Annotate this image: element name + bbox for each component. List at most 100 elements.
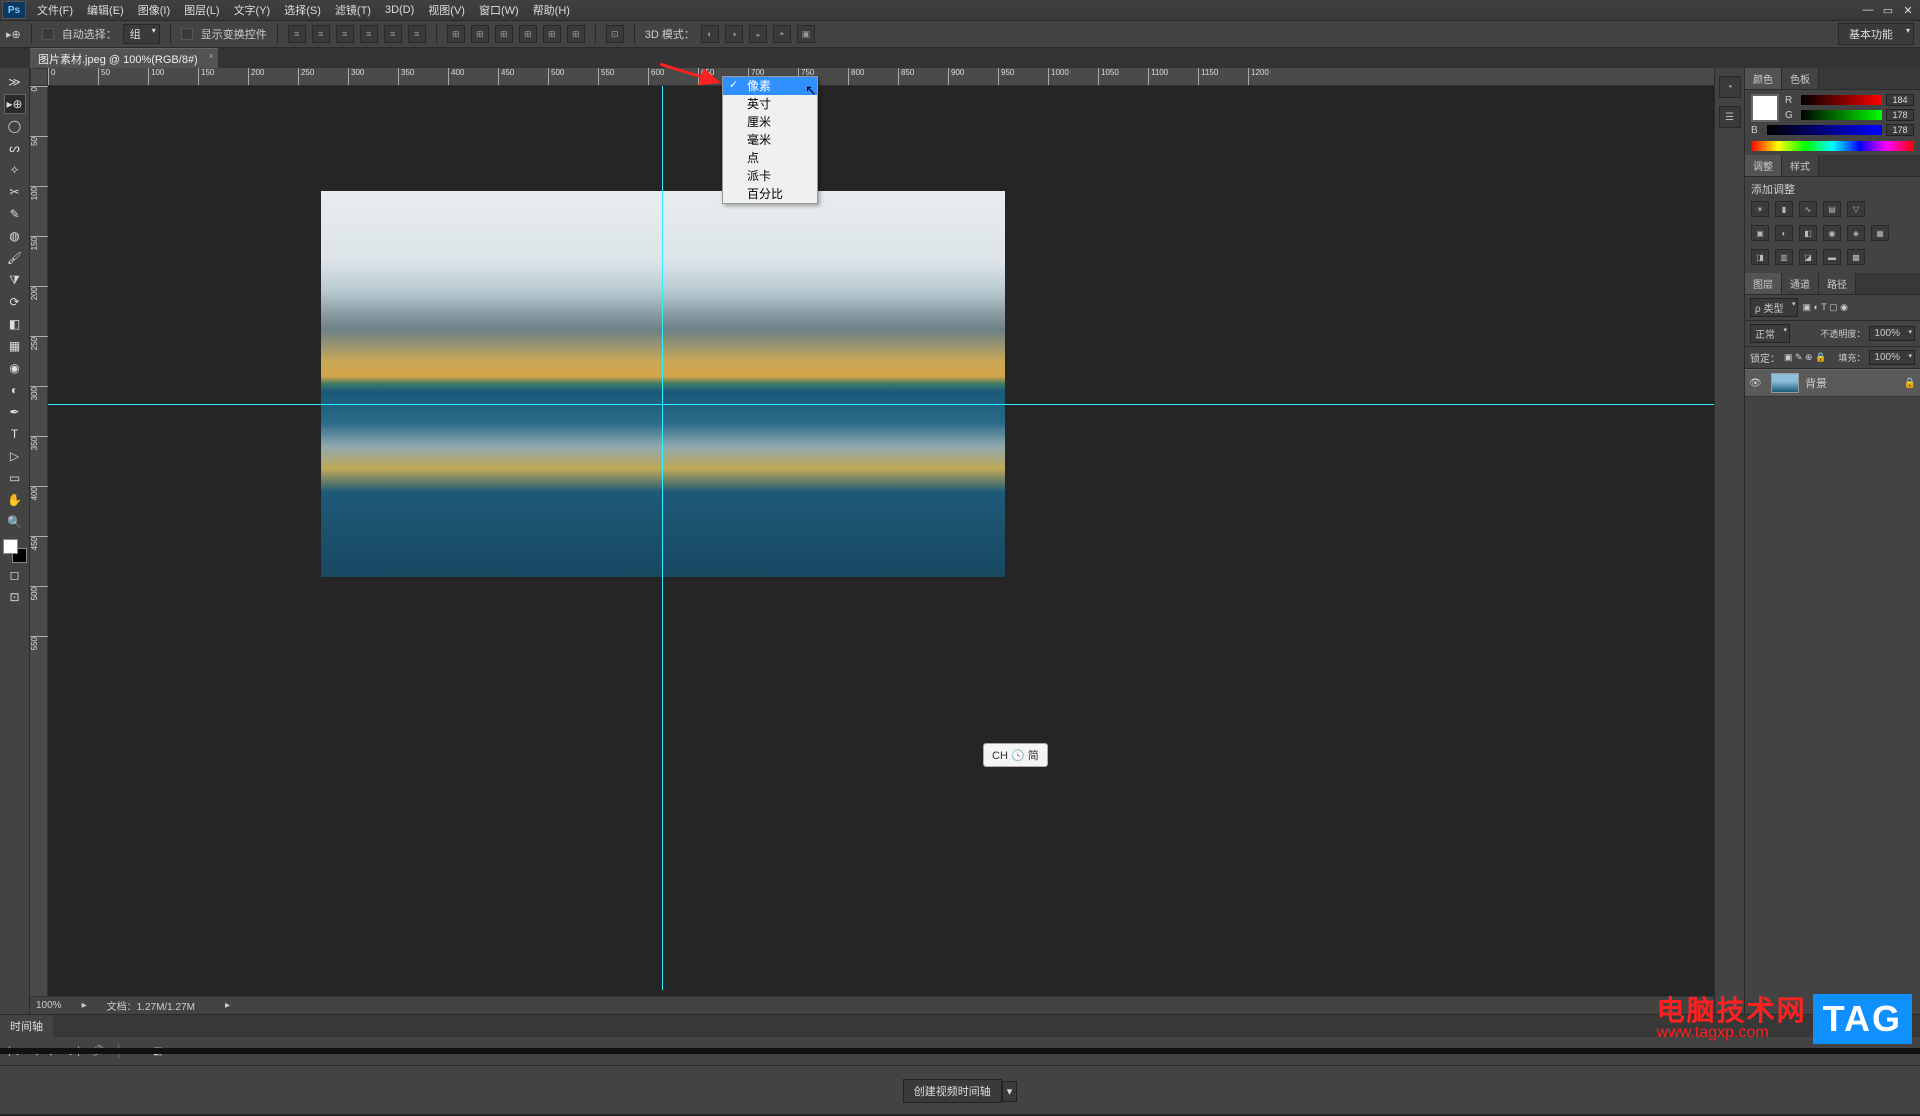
r-slider[interactable] [1801, 95, 1882, 105]
layer-row[interactable]: 👁 背景 🔒 [1745, 369, 1920, 397]
doc-tab[interactable]: 图片素材.jpeg @ 100%(RGB/8#) × [30, 48, 218, 69]
layer-fill[interactable]: 100% [1869, 350, 1915, 365]
path-tool[interactable]: ▷ [4, 446, 26, 466]
create-video-timeline-dropdown[interactable]: ▾ [1002, 1081, 1018, 1102]
b-value[interactable]: 178 [1886, 124, 1914, 136]
3d-mode-icon[interactable]: ◒ [749, 25, 767, 43]
menu-type[interactable]: 文字(Y) [227, 0, 278, 20]
timeline-tab[interactable]: 时间轴 [0, 1015, 53, 1037]
ruler-unit-option[interactable]: ✓像素 [723, 77, 817, 95]
auto-select-checkbox[interactable] [42, 28, 54, 40]
ruler-unit-option[interactable]: 厘米 [723, 113, 817, 131]
ruler-unit-option[interactable]: 百分比 [723, 185, 817, 203]
screenmode-tool[interactable]: ⊡ [4, 587, 26, 607]
channels-tab[interactable]: 通道 [1782, 273, 1819, 294]
marquee-tool[interactable]: ◯ [4, 116, 26, 136]
paths-tab[interactable]: 路径 [1819, 273, 1856, 294]
ruler-unit-option[interactable]: 英寸 [723, 95, 817, 113]
distribute-icon[interactable]: ⊞ [447, 25, 465, 43]
adj-grad-icon[interactable]: ▬ [1823, 249, 1841, 265]
g-value[interactable]: 178 [1886, 109, 1914, 121]
align-icon[interactable]: ≡ [288, 25, 306, 43]
align-icon[interactable]: ≡ [384, 25, 402, 43]
adj-hue-icon[interactable]: ▣ [1751, 225, 1769, 241]
blur-tool[interactable]: ◉ [4, 358, 26, 378]
r-value[interactable]: 184 [1886, 94, 1914, 106]
collapse-icon[interactable]: ≫ [4, 72, 26, 92]
distribute-icon[interactable]: ⊞ [567, 25, 585, 43]
menu-view[interactable]: 视图(V) [421, 0, 472, 20]
3d-mode-icon[interactable]: ◐ [701, 25, 719, 43]
guide-horizontal[interactable] [48, 404, 1714, 405]
menu-edit[interactable]: 编辑(E) [80, 0, 131, 20]
dodge-tool[interactable]: ◐ [4, 380, 26, 400]
crop-tool[interactable]: ✂ [4, 182, 26, 202]
menu-window[interactable]: 窗口(W) [472, 0, 526, 20]
distribute-icon[interactable]: ⊞ [495, 25, 513, 43]
adjust-tab[interactable]: 调整 [1745, 155, 1782, 176]
adj-mix-icon[interactable]: ◈ [1847, 225, 1865, 241]
adj-post-icon[interactable]: ▥ [1775, 249, 1793, 265]
menu-3d[interactable]: 3D(D) [378, 2, 421, 18]
color-fg-swatch[interactable] [1751, 94, 1779, 122]
canvas-stage[interactable] [48, 86, 1714, 990]
styles-tab[interactable]: 样式 [1782, 155, 1819, 176]
adj-vibrance-icon[interactable]: ▽ [1847, 201, 1865, 217]
hand-tool[interactable]: ✋ [4, 490, 26, 510]
layer-lock-icon[interactable]: 🔒 [1904, 378, 1916, 389]
ruler-unit-option[interactable]: 毫米 [723, 131, 817, 149]
adj-bal-icon[interactable]: ◐ [1775, 225, 1793, 241]
layer-visibility-icon[interactable]: 👁 [1749, 378, 1765, 389]
align-icon[interactable]: ≡ [312, 25, 330, 43]
adj-exposure-icon[interactable]: ▤ [1823, 201, 1841, 217]
window-restore[interactable]: ▭ [1878, 2, 1898, 18]
align-icon[interactable]: ≡ [336, 25, 354, 43]
color-swatches[interactable] [3, 539, 27, 563]
gradient-tool[interactable]: ▦ [4, 336, 26, 356]
eraser-tool[interactable]: ◧ [4, 314, 26, 334]
ruler-horizontal[interactable]: 0501001502002503003504004505005506006507… [48, 68, 1714, 86]
shape-tool[interactable]: ▭ [4, 468, 26, 488]
layer-thumbnail[interactable] [1771, 373, 1799, 393]
wand-tool[interactable]: ✧ [4, 160, 26, 180]
layers-tab[interactable]: 图层 [1745, 273, 1782, 294]
g-slider[interactable] [1801, 110, 1882, 120]
adj-curves-icon[interactable]: ∿ [1799, 201, 1817, 217]
align-icon[interactable]: ≡ [360, 25, 378, 43]
adj-brightness-icon[interactable]: ☀ [1751, 201, 1769, 217]
show-transform-checkbox[interactable] [181, 28, 193, 40]
lasso-tool[interactable]: ᔕ [4, 138, 26, 158]
healing-tool[interactable]: ◍ [4, 226, 26, 246]
distribute-icon[interactable]: ⊞ [543, 25, 561, 43]
3d-icon[interactable]: ⊡ [606, 25, 624, 43]
color-tab[interactable]: 颜色 [1745, 68, 1782, 89]
menu-image[interactable]: 图像(I) [131, 0, 177, 20]
window-close[interactable]: ✕ [1898, 2, 1918, 18]
type-tool[interactable]: T [4, 424, 26, 444]
color-spectrum[interactable] [1751, 141, 1914, 151]
guide-vertical[interactable] [662, 86, 663, 990]
status-zoom[interactable]: 100% [36, 1000, 62, 1011]
quickmask-tool[interactable]: ◻ [4, 565, 26, 585]
menu-filter[interactable]: 滤镜(T) [328, 0, 378, 20]
3d-mode-icon[interactable]: ▣ [797, 25, 815, 43]
zoom-tool[interactable]: 🔍 [4, 512, 26, 532]
menu-select[interactable]: 选择(S) [277, 0, 328, 20]
b-slider[interactable] [1767, 125, 1882, 135]
layer-blend-dropdown[interactable]: 正常 [1750, 324, 1790, 343]
ruler-unit-option[interactable]: 派卡 [723, 167, 817, 185]
layer-name[interactable]: 背景 [1805, 375, 1827, 391]
auto-select-dropdown[interactable]: 组 [123, 24, 160, 44]
3d-mode-icon[interactable]: ◑ [725, 25, 743, 43]
history-tool[interactable]: ⟳ [4, 292, 26, 312]
3d-mode-icon[interactable]: ◓ [773, 25, 791, 43]
properties-panel-icon[interactable]: ☰ [1719, 106, 1741, 128]
create-video-timeline-button[interactable]: 创建视频时间轴 [903, 1079, 1002, 1103]
adj-sel-icon[interactable]: ▩ [1847, 249, 1865, 265]
eyedropper-tool[interactable]: ✎ [4, 204, 26, 224]
adj-photo-icon[interactable]: ◉ [1823, 225, 1841, 241]
adj-thres-icon[interactable]: ◪ [1799, 249, 1817, 265]
layer-opacity[interactable]: 100% [1869, 326, 1915, 341]
history-panel-icon[interactable]: ◔ [1719, 76, 1741, 98]
layer-kind-dropdown[interactable]: ρ 类型 [1750, 298, 1798, 317]
